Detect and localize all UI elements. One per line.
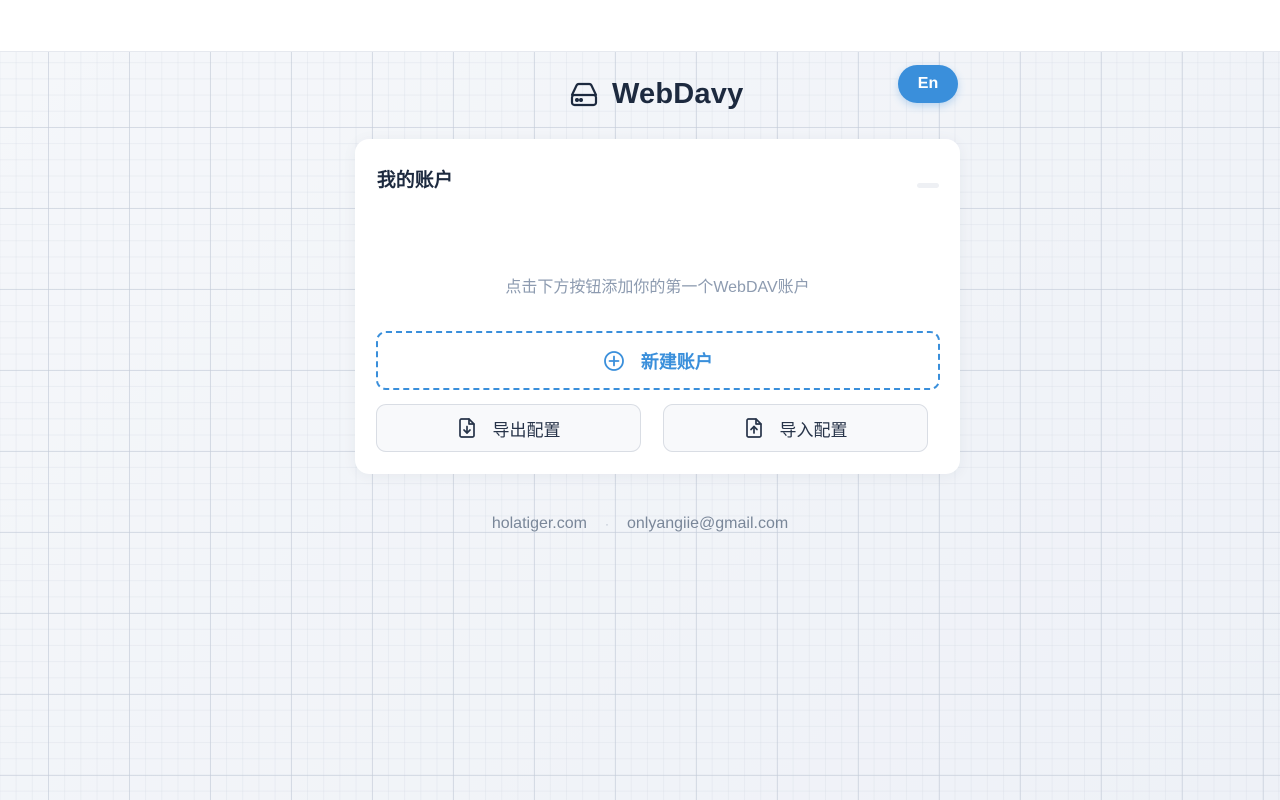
hard-drive-icon (568, 78, 600, 110)
card-title: 我的账户 (377, 170, 454, 191)
footer-separator: · (604, 517, 609, 531)
new-account-button[interactable]: 新建账户 (376, 331, 940, 390)
email-link[interactable]: onlyangiie@gmail.com (627, 515, 788, 533)
import-config-button[interactable]: 导入配置 (663, 404, 928, 452)
empty-state-hint: 点击下方按钮添加你的第一个WebDAV账户 (505, 279, 810, 296)
footer: holatiger.com · onlyangiie@gmail.com (0, 513, 1280, 535)
website-link[interactable]: holatiger.com (492, 515, 587, 533)
file-upload-icon (744, 417, 764, 439)
app-title: WebDavy (612, 77, 744, 110)
language-toggle-button[interactable]: En (898, 65, 958, 103)
top-bar (0, 0, 1280, 52)
import-config-label: 导入配置 (779, 420, 848, 440)
export-config-label: 导出配置 (492, 420, 561, 440)
new-account-label: 新建账户 (641, 351, 713, 372)
brand-header: WebDavy (568, 74, 743, 114)
accounts-card: 我的账户 点击下方按钮添加你的第一个WebDAV账户 新建账户 导出配置 导入配… (355, 139, 960, 474)
plus-circle-icon (603, 350, 625, 372)
file-download-icon (457, 417, 477, 439)
collapse-handle[interactable] (917, 183, 939, 188)
export-config-button[interactable]: 导出配置 (376, 404, 641, 452)
